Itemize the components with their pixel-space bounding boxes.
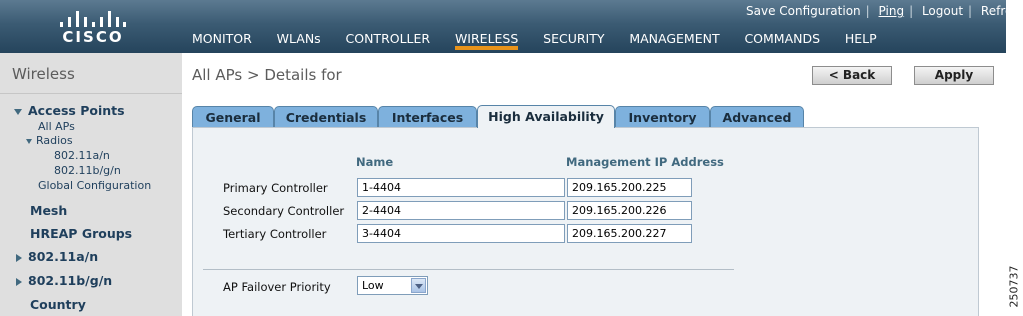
column-header-management-ip: Management IP Address xyxy=(566,155,724,169)
sidebar-item-global-configuration[interactable]: Global Configuration xyxy=(38,179,151,192)
nav-controller[interactable]: CONTROLLER xyxy=(346,31,431,50)
cisco-logo: CISCO xyxy=(58,7,128,47)
sidebar-item-all-aps[interactable]: All APs xyxy=(38,120,75,133)
secondary-controller-name-input[interactable]: 2-4404 xyxy=(357,201,565,220)
sidebar-item-hreap-groups[interactable]: HREAP Groups xyxy=(30,226,132,241)
secondary-controller-ip-input[interactable]: 209.165.200.226 xyxy=(567,201,692,220)
ap-failover-priority-label: AP Failover Priority xyxy=(223,280,331,294)
sidebar-item-80211bgn[interactable]: 802.11b/g/n xyxy=(16,273,112,288)
sidebar-item-mesh[interactable]: Mesh xyxy=(30,203,67,218)
nav-monitor[interactable]: MONITOR xyxy=(192,31,252,50)
sidebar-item-80211an[interactable]: 802.11a/n xyxy=(16,249,98,264)
column-header-name: Name xyxy=(356,155,394,169)
tab-credentials[interactable]: Credentials xyxy=(274,106,378,128)
tertiary-controller-name-input[interactable]: 3-4404 xyxy=(357,224,565,243)
section-divider xyxy=(203,269,734,270)
secondary-controller-label: Secondary Controller xyxy=(223,204,345,218)
expanded-arrow-icon xyxy=(14,108,22,115)
expanded-arrow-icon xyxy=(26,138,32,144)
page-title: All APs > Details for xyxy=(192,66,342,84)
figure-number: 250737 xyxy=(1007,265,1021,308)
nav-management[interactable]: MANAGEMENT xyxy=(629,31,719,50)
tertiary-controller-label: Tertiary Controller xyxy=(223,227,327,241)
refresh-link[interactable]: Refresh xyxy=(981,4,1023,18)
tab-inventory[interactable]: Inventory xyxy=(615,106,710,128)
nav-wlans[interactable]: WLANs xyxy=(277,31,321,50)
cisco-logo-bars xyxy=(58,7,128,27)
nav-security[interactable]: SECURITY xyxy=(543,31,604,50)
logout-link[interactable]: Logout xyxy=(922,4,963,18)
ap-failover-priority-select[interactable]: Low xyxy=(357,276,428,295)
top-links: Save Configuration | Ping | Logout | Refres… xyxy=(741,4,1023,18)
logo-text: CISCO xyxy=(62,28,124,46)
ping-link[interactable]: Ping xyxy=(879,4,905,18)
sidebar: Wireless Access Points All APs Radios 80… xyxy=(0,53,182,316)
top-header: CISCO Save Configuration | Ping | Logout | … xyxy=(0,0,1023,53)
primary-controller-ip-input[interactable]: 209.165.200.225 xyxy=(567,178,692,197)
nav-wireless[interactable]: WIRELESS xyxy=(454,31,519,50)
sidebar-title: Wireless xyxy=(12,65,75,83)
primary-controller-label: Primary Controller xyxy=(223,181,328,195)
nav-commands[interactable]: COMMANDS xyxy=(744,31,820,50)
sidebar-item-radio-80211an[interactable]: 802.11a/n xyxy=(54,149,110,162)
sidebar-divider xyxy=(0,93,182,94)
main-nav: MONITOR WLANs CONTROLLER WIRELESS SECURI… xyxy=(192,31,898,50)
sidebar-item-radio-80211bgn[interactable]: 802.11b/g/n xyxy=(54,164,121,177)
primary-controller-name-input[interactable]: 1-4404 xyxy=(357,178,565,197)
ap-failover-priority-value: Low xyxy=(362,279,384,292)
tab-advanced[interactable]: Advanced xyxy=(710,106,804,128)
chevron-down-icon[interactable] xyxy=(411,278,426,293)
sidebar-item-access-points[interactable]: Access Points xyxy=(14,103,125,118)
tab-interfaces[interactable]: Interfaces xyxy=(378,106,477,128)
tertiary-controller-ip-input[interactable]: 209.165.200.227 xyxy=(567,224,692,243)
nav-help[interactable]: HELP xyxy=(845,31,877,50)
tab-general[interactable]: General xyxy=(192,106,274,128)
sidebar-item-country[interactable]: Country xyxy=(30,297,86,312)
collapsed-arrow-icon xyxy=(16,277,22,286)
save-configuration-link[interactable]: Save Configuration xyxy=(746,4,861,18)
sidebar-item-radios[interactable]: Radios xyxy=(26,134,73,147)
back-button[interactable]: < Back xyxy=(812,66,892,85)
apply-button[interactable]: Apply xyxy=(914,66,994,85)
tab-high-availability[interactable]: High Availability xyxy=(477,105,615,128)
collapsed-arrow-icon xyxy=(16,253,22,262)
